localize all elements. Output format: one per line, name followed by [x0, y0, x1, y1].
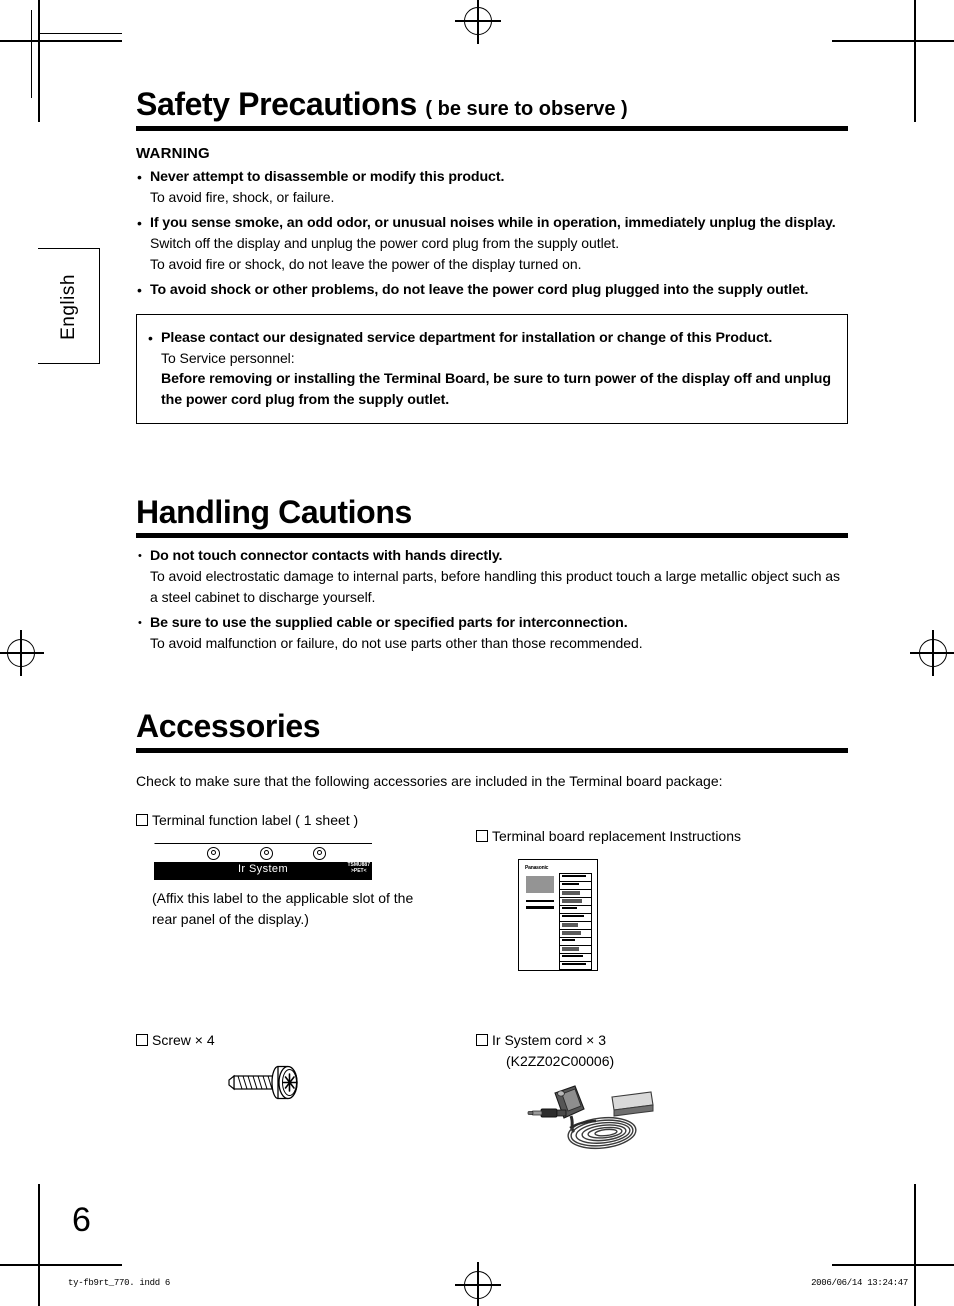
- warning-bullet-3-title: To avoid shock or other problems, do not…: [150, 281, 809, 298]
- checkbox-ir-cord[interactable]: [476, 1033, 488, 1046]
- registration-mark-bottom: [455, 1262, 501, 1306]
- accessory-terminal-label-text: Terminal function label ( 1 sheet ): [152, 811, 359, 828]
- recycle-code-line-2: >PET<: [350, 867, 367, 874]
- accessories-row-1: Terminal function label ( 1 sheet ) Ir S…: [136, 811, 848, 1011]
- handling-bullet-2-title: Be sure to use the supplied cable or spe…: [150, 615, 628, 632]
- accessory-screw-text: Screw × 4: [152, 1031, 215, 1048]
- booklet-line-2: [526, 905, 554, 910]
- terminal-function-label-art: Ir System TSMU887 >PET<: [154, 842, 372, 880]
- instruction-booklet-art: Panasonic: [518, 858, 598, 971]
- terminal-label-note: (Affix this label to the applicable slot…: [152, 888, 476, 930]
- warning-bullet-2: If you sense smoke, an odd odor, or unus…: [136, 213, 848, 275]
- accessory-instructions: Terminal board replacement Instructions …: [476, 811, 836, 971]
- safety-precautions-heading: Safety Precautions ( be sure to observe …: [136, 86, 848, 122]
- checkbox-screw[interactable]: [136, 1033, 148, 1046]
- crop-mark-top-left-h: [0, 40, 122, 42]
- checkbox-instructions[interactable]: [476, 829, 488, 842]
- service-notice-box: Please contact our designated service de…: [136, 313, 848, 424]
- handling-cautions-rule: [136, 533, 848, 539]
- accessory-ir-cord-part-number: (K2ZZ02C00006): [506, 1052, 615, 1069]
- footer-timestamp: 2006/06/14 13:24:47: [811, 1278, 908, 1288]
- safety-precautions-rule: [136, 125, 848, 131]
- recycle-code-line-1: TSMU887: [347, 861, 370, 868]
- panasonic-logo: Panasonic: [525, 864, 549, 871]
- coiled-cable: [567, 1116, 637, 1149]
- accessory-instructions-text: Terminal board replacement Instructions: [492, 827, 742, 844]
- handling-cautions-heading: Handling Cautions: [136, 493, 412, 530]
- warning-bullet-1: Never attempt to disassemble or modify t…: [136, 167, 848, 208]
- service-notice-title: Please contact our designated service de…: [161, 329, 773, 346]
- crop-mark-top-left-h2: [38, 33, 122, 35]
- safety-precautions-subtitle: ( be sure to observe ): [425, 98, 628, 120]
- cable-plug: [527, 1108, 567, 1118]
- crop-mark-top-left-v: [38, 0, 40, 122]
- warning-bullet-list: Never attempt to disassemble or modify t…: [136, 167, 848, 300]
- service-notice-line-normal: To Service personnel:: [161, 349, 295, 366]
- footer-filename: ty-fb9rt_770. indd 6: [68, 1278, 171, 1288]
- ir-cord-art: [526, 1080, 836, 1163]
- safety-precautions-title: Safety Precautions: [136, 86, 417, 122]
- page-content: Safety Precautions ( be sure to observe …: [136, 0, 848, 1161]
- language-tab: English: [38, 248, 100, 364]
- jack-icon-3: [313, 846, 326, 860]
- warning-bullet-2-line-2: To avoid fire or shock, do not leave the…: [150, 255, 582, 272]
- crop-mark-bottom-left-v: [38, 1184, 40, 1306]
- booklet-photo-block: [526, 875, 554, 893]
- service-notice-line-bold: Before removing or installing the Termin…: [161, 370, 831, 408]
- terminal-label-note-line-2: rear panel of the display.): [152, 910, 309, 927]
- crop-mark-top-right-h: [832, 40, 954, 42]
- warning-heading: WARNING: [136, 144, 210, 162]
- warning-bullet-3: To avoid shock or other problems, do not…: [136, 280, 848, 300]
- handling-bullet-list: Do not touch connector contacts with han…: [136, 546, 848, 654]
- registration-mark-left: [0, 630, 44, 676]
- accessories-row-2: Screw × 4 Ir System cord × 3 (K2ZZ02C000…: [136, 1031, 848, 1161]
- screw-icon: [228, 1065, 298, 1099]
- crop-mark-bottom-right-v: [914, 1184, 916, 1306]
- accessory-ir-cord: Ir System cord × 3 (K2ZZ02C00006): [476, 1031, 836, 1163]
- language-tab-label: English: [58, 274, 79, 340]
- service-notice-list: Please contact our designated service de…: [147, 328, 835, 411]
- crop-mark-bottom-left-h: [0, 1264, 122, 1266]
- warning-bullet-2-title: If you sense smoke, an odd odor, or unus…: [150, 214, 836, 231]
- adhesive-strip-icon: [611, 1091, 654, 1117]
- terminal-label-art-text: Ir System: [237, 862, 289, 875]
- service-notice-bullet: Please contact our designated service de…: [147, 328, 835, 411]
- accessory-ir-cord-text: Ir System cord × 3: [492, 1031, 606, 1048]
- handling-bullet-1: Do not touch connector contacts with han…: [136, 546, 848, 608]
- screw-art: [226, 1061, 476, 1114]
- accessory-terminal-label: Terminal function label ( 1 sheet ) Ir S…: [136, 811, 476, 930]
- recycle-code-icon: TSMU887 >PET<: [347, 862, 370, 874]
- registration-mark-right: [910, 630, 954, 676]
- terminal-label-note-line-1: (Affix this label to the applicable slot…: [152, 889, 414, 906]
- booklet-line-1: [526, 899, 554, 903]
- warning-bullet-1-line-1: To avoid fire, shock, or failure.: [150, 188, 335, 205]
- handling-bullet-1-line-1: To avoid electrostatic damage to interna…: [150, 568, 840, 606]
- booklet-table: [559, 872, 592, 970]
- handling-bullet-2: Be sure to use the supplied cable or spe…: [136, 613, 848, 654]
- ir-system-cord-icon: [527, 1085, 654, 1149]
- accessories-rule: [136, 747, 848, 753]
- warning-bullet-2-line-1: Switch off the display and unplug the po…: [150, 234, 620, 251]
- accessories-heading: Accessories: [136, 708, 321, 745]
- checkbox-terminal-label[interactable]: [136, 813, 148, 826]
- jack-icon-2: [260, 846, 273, 860]
- accessories-lead-text: Check to make sure that the following ac…: [136, 772, 723, 789]
- crop-mark-top-left-v2: [31, 10, 33, 98]
- jack-icon-1: [207, 846, 220, 860]
- document-page: English Safety Precautions ( be sure to …: [0, 0, 954, 1306]
- handling-bullet-2-line-1: To avoid malfunction or failure, do not …: [150, 635, 643, 652]
- crop-mark-top-right-v: [914, 0, 916, 122]
- handling-bullet-1-title: Do not touch connector contacts with han…: [150, 548, 503, 565]
- warning-bullet-1-title: Never attempt to disassemble or modify t…: [150, 168, 505, 185]
- page-number: 6: [72, 1201, 91, 1239]
- crop-mark-bottom-right-h: [832, 1264, 954, 1266]
- accessory-screw: Screw × 4: [136, 1031, 476, 1114]
